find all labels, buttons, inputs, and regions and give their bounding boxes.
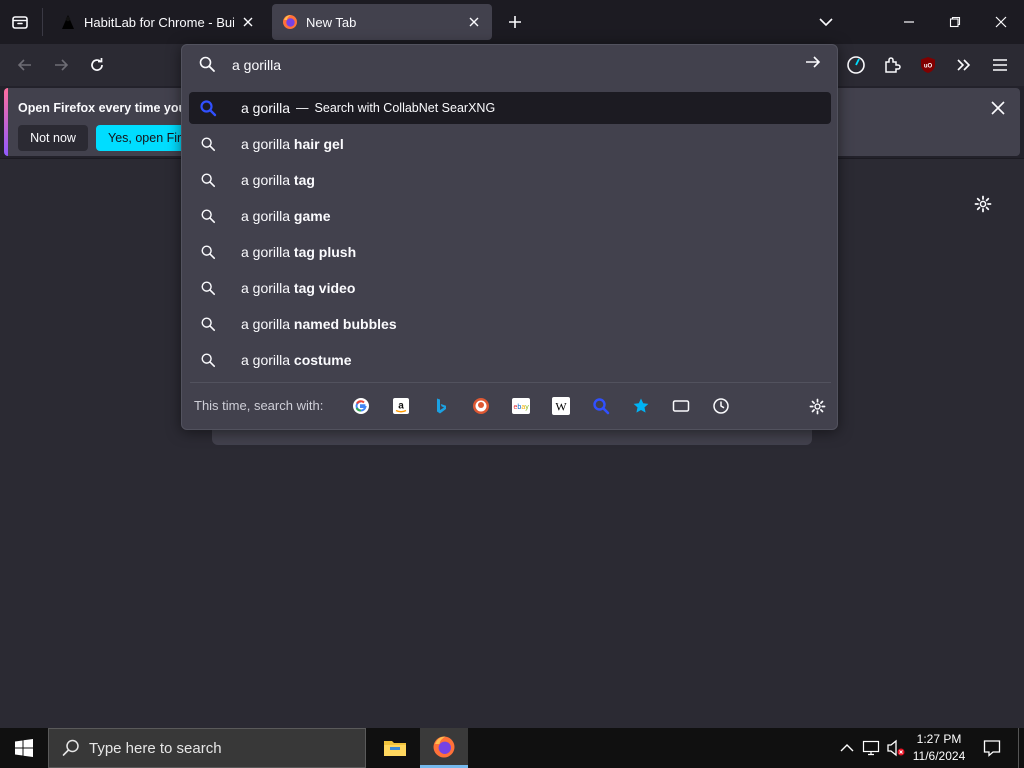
urlbar-input-row [182, 45, 837, 85]
forward-arrow-icon[interactable] [46, 50, 76, 80]
tab-separator [42, 8, 43, 36]
result-search-with-searxng[interactable]: a gorilla — Search with CollabNet SearXN… [189, 92, 831, 124]
windows-start-icon[interactable] [0, 728, 48, 768]
search-icon [199, 135, 217, 153]
result-suggestion[interactable]: a gorilla tag [189, 164, 831, 196]
tab-habitlab[interactable]: HabitLab for Chrome - Build better habit… [50, 4, 266, 40]
suggestion-prefix: a gorilla [241, 136, 294, 152]
file-explorer-icon[interactable] [372, 728, 418, 768]
search-settings-gear-icon[interactable] [804, 393, 830, 419]
not-now-button[interactable]: Not now [18, 125, 88, 151]
suggestion-suffix: game [293, 208, 331, 224]
searxng-icon[interactable] [581, 386, 621, 426]
notification-accent-stripe [4, 88, 8, 156]
result-suggestion[interactable]: a gorilla named bubbles [189, 308, 831, 340]
ebay-icon[interactable]: ebay [501, 386, 541, 426]
search-icon [199, 351, 217, 369]
history-icon[interactable] [701, 386, 741, 426]
wikipedia-icon[interactable]: W [541, 386, 581, 426]
tab-new-tab[interactable]: New Tab [272, 4, 492, 40]
search-icon [199, 207, 217, 225]
reload-icon[interactable] [82, 50, 112, 80]
searxng-search-icon [199, 99, 217, 117]
result-suggestion[interactable]: a gorilla game [189, 200, 831, 232]
suggestion-suffix: tag video [293, 280, 356, 296]
minimize-icon[interactable] [894, 8, 924, 36]
extensions-puzzle-icon[interactable] [878, 50, 906, 80]
firefox-view-icon[interactable] [4, 6, 36, 38]
bing-icon[interactable] [421, 386, 461, 426]
suggestion-suffix: tag plush [293, 244, 357, 260]
close-window-icon[interactable] [986, 8, 1016, 36]
chevron-up-icon[interactable] [836, 736, 858, 760]
result-action: Search with CollabNet SearXNG [314, 101, 496, 115]
svg-text:a: a [399, 400, 405, 411]
firefox-taskbar-icon[interactable] [420, 728, 468, 768]
search-icon [61, 738, 81, 758]
overflow-chevrons-icon[interactable] [950, 50, 978, 80]
suggestion-suffix: hair gel [293, 136, 344, 152]
taskbar-clock[interactable]: 1:27 PM 11/6/2024 [908, 731, 970, 765]
result-text: a gorilla [241, 100, 291, 116]
search-icon [199, 243, 217, 261]
search-icon [198, 55, 218, 75]
result-suggestion[interactable]: a gorilla tag video [189, 272, 831, 304]
suggestion-prefix: a gorilla [241, 172, 294, 188]
habitlab-icon [60, 14, 76, 30]
tab-title: New Tab [306, 14, 357, 30]
gear-icon[interactable] [970, 191, 996, 217]
amazon-icon[interactable]: a [381, 386, 421, 426]
one-off-label: This time, search with: [194, 398, 324, 413]
urlbar-popup: a gorilla — Search with CollabNet SearXN… [181, 44, 838, 430]
ublock-origin-icon[interactable]: uO [914, 50, 942, 80]
suggestion-prefix: a gorilla [241, 352, 294, 368]
svg-text:ebay: ebay [514, 404, 530, 411]
tab-close-icon[interactable] [466, 14, 482, 30]
suggestion-suffix: named bubbles [293, 316, 397, 332]
show-desktop-button[interactable] [1018, 728, 1024, 768]
search-icon [199, 279, 217, 297]
urlbar-input[interactable] [232, 55, 792, 75]
taskbar-search-box[interactable]: Type here to search [48, 728, 366, 768]
chevron-down-icon[interactable] [812, 8, 840, 36]
suggestion-suffix: tag [293, 172, 315, 188]
duckduckgo-icon[interactable] [461, 386, 501, 426]
go-arrow-icon[interactable] [804, 53, 828, 77]
bookmarks-star-icon[interactable] [621, 386, 661, 426]
windows-taskbar: Type here to search 1:27 PM 11/6/2024 [0, 728, 1024, 768]
back-arrow-icon[interactable] [10, 50, 40, 80]
result-suggestion[interactable]: a gorilla hair gel [189, 128, 831, 160]
suggestion-prefix: a gorilla [241, 280, 294, 296]
result-suggestion[interactable]: a gorilla tag plush [189, 236, 831, 268]
taskbar-search-placeholder: Type here to search [89, 739, 222, 757]
one-off-search-row: This time, search with: a ebay W [190, 382, 831, 428]
search-icon [199, 315, 217, 333]
restore-icon[interactable] [940, 8, 970, 36]
volume-muted-icon[interactable] [884, 736, 908, 760]
svg-text:W: W [556, 399, 568, 413]
close-icon[interactable] [986, 96, 1010, 120]
search-icon [199, 171, 217, 189]
clock-date: 11/6/2024 [912, 749, 966, 763]
svg-text:uO: uO [924, 64, 933, 70]
suggestion-prefix: a gorilla [241, 208, 294, 224]
suggestion-prefix: a gorilla [241, 244, 294, 260]
network-icon[interactable] [860, 736, 882, 760]
suggestion-suffix: costume [293, 352, 352, 368]
tabs-icon[interactable] [661, 386, 701, 426]
hamburger-menu-icon[interactable] [986, 50, 1014, 80]
google-icon[interactable] [341, 386, 381, 426]
tab-bar: HabitLab for Chrome - Build better habit… [0, 0, 1024, 44]
clock-time: 1:27 PM [916, 732, 962, 746]
notification-message: Open Firefox every time you [18, 101, 187, 115]
tab-close-icon[interactable] [240, 14, 256, 30]
timer-extension-icon[interactable] [842, 50, 870, 80]
notification-center-icon[interactable] [980, 736, 1004, 760]
result-separator: — [296, 101, 309, 115]
new-tab-plus-icon[interactable] [502, 8, 528, 36]
suggestion-prefix: a gorilla [241, 316, 294, 332]
result-suggestion[interactable]: a gorilla costume [189, 344, 831, 376]
firefox-icon [282, 14, 298, 30]
tab-title: HabitLab for Chrome - Build better habit… [84, 14, 234, 30]
